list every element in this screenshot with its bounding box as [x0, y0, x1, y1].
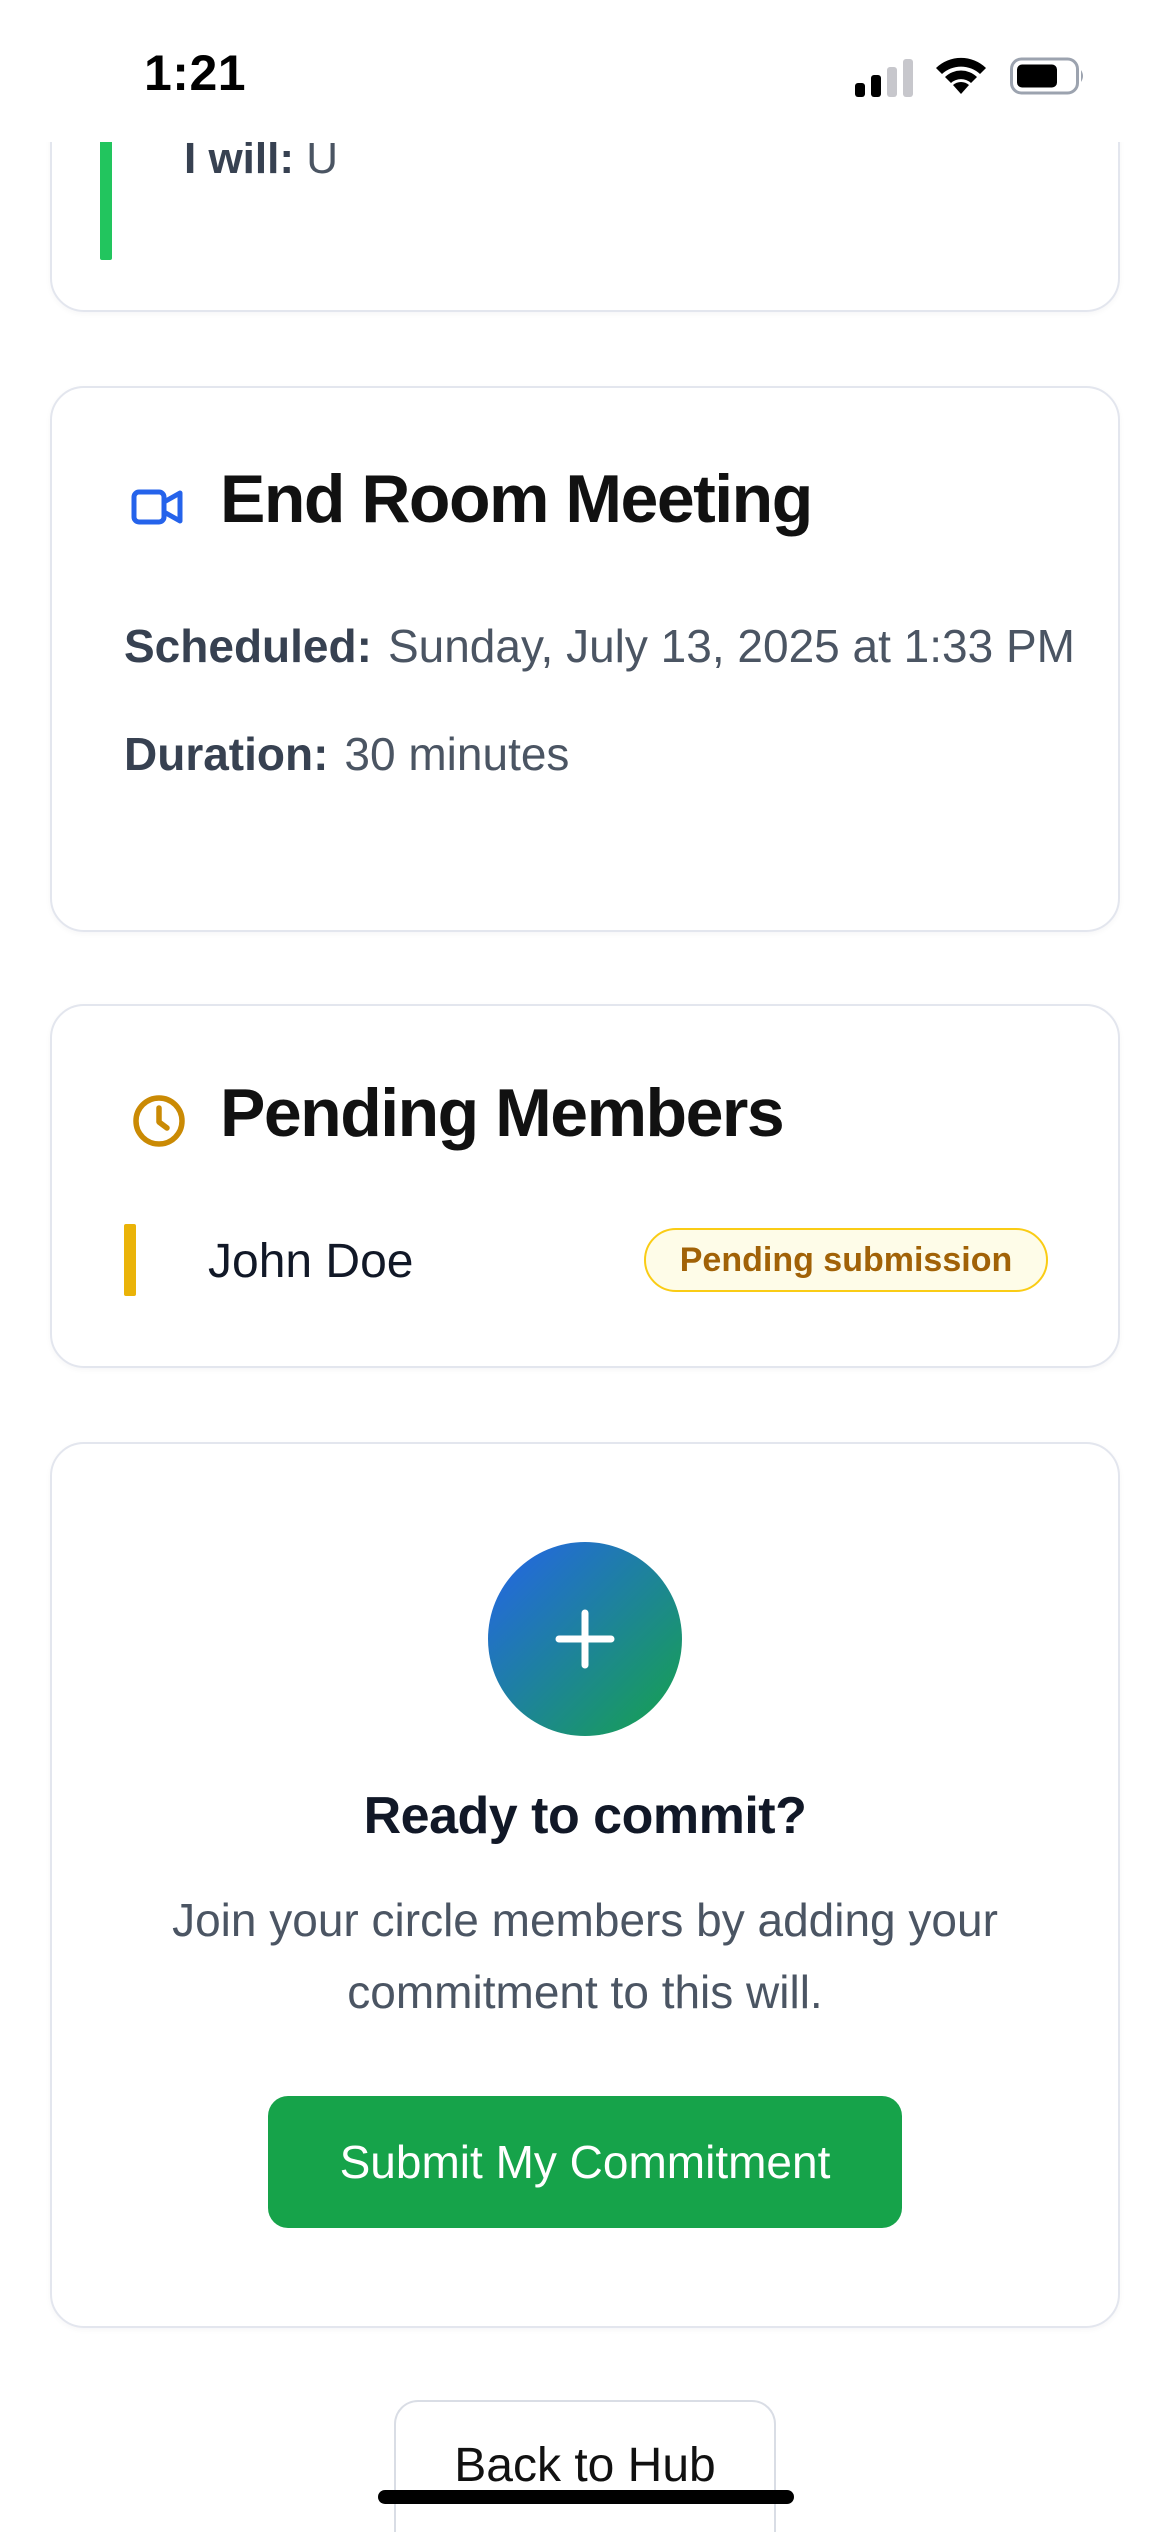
- will-accent-bar: [100, 138, 112, 260]
- clock-icon: [133, 1095, 185, 1147]
- member-name: John Doe: [208, 1235, 414, 1288]
- meeting-title: End Room Meeting: [220, 461, 813, 537]
- commit-description: Join your circle members by adding your …: [172, 1894, 998, 2018]
- commit-heading: Ready to commit?: [363, 1787, 807, 1845]
- battery-icon: [1010, 57, 1083, 95]
- add-commitment-badge: [488, 1542, 682, 1736]
- home-indicator: [378, 2490, 794, 2504]
- duration-value: 30 minutes: [344, 728, 570, 780]
- cellular-signal-icon: [855, 57, 915, 97]
- pending-members-title: Pending Members: [220, 1075, 785, 1151]
- duration-label: Duration:: [124, 728, 329, 780]
- scheduled-label: Scheduled:: [124, 620, 372, 672]
- commit-card: Ready to commit? Join your circle member…: [50, 1442, 1120, 2328]
- meeting-duration: Duration: 30 minutes: [124, 718, 1084, 790]
- status-bar: 1:21: [0, 0, 1170, 142]
- status-badge: Pending submission: [644, 1228, 1048, 1292]
- meeting-scheduled: Scheduled: Sunday, July 13, 2025 at 1:33 …: [124, 610, 1084, 682]
- pending-members-card: Pending Members John Doe Pending submiss…: [50, 1004, 1120, 1368]
- member-accent-bar: [124, 1224, 136, 1296]
- video-camera-icon: [131, 489, 183, 525]
- back-to-hub-button[interactable]: Back to Hub: [394, 2400, 776, 2532]
- submit-commitment-button[interactable]: Submit My Commitment: [268, 2096, 902, 2228]
- status-time: 1:21: [144, 45, 247, 101]
- plus-icon: [555, 1609, 615, 1669]
- meeting-card: End Room Meeting Scheduled: Sunday, July …: [50, 386, 1120, 932]
- back-to-hub-label: Back to Hub: [454, 2439, 716, 2492]
- wifi-icon: [936, 57, 986, 94]
- scheduled-value: Sunday, July 13, 2025 at 1:33 PM: [387, 620, 1075, 672]
